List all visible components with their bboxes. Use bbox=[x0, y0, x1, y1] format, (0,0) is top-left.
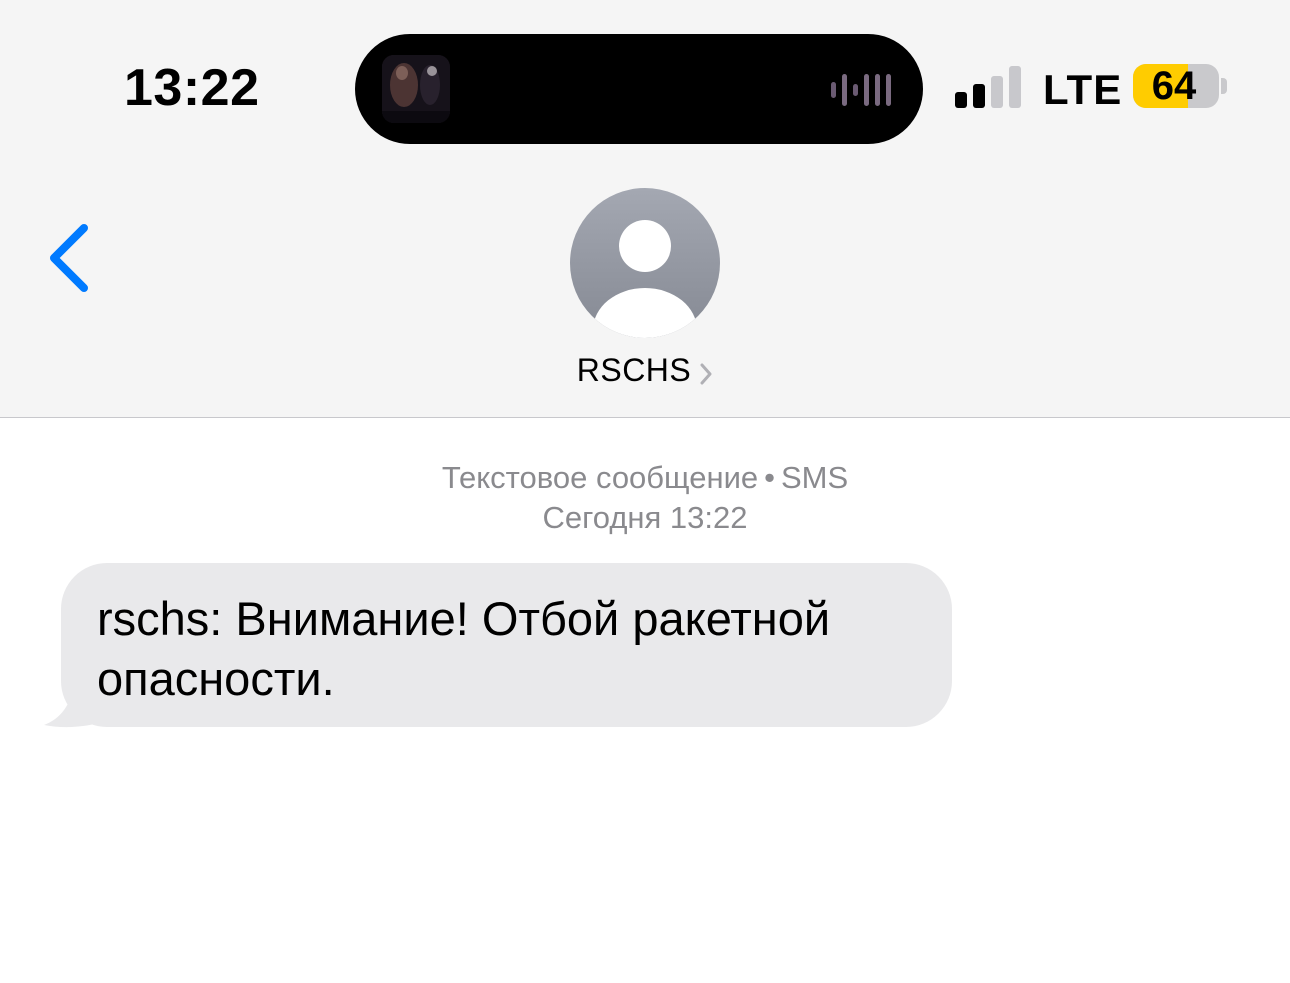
contact-avatar[interactable] bbox=[570, 188, 720, 338]
battery-icon: 64 bbox=[1133, 64, 1219, 108]
cellular-signal-icon bbox=[955, 66, 1021, 108]
message-bubble: rschs: Внимание! Отбой ракетной опасност… bbox=[61, 563, 952, 727]
battery-percentage: 64 bbox=[1151, 64, 1197, 108]
service-label: Текстовое сообщение bbox=[441, 460, 759, 495]
contact-name-button[interactable]: RSCHS bbox=[0, 352, 1290, 389]
thread-info: Текстовое сообщение • SMS Сегодня 13:22 bbox=[0, 458, 1290, 538]
chevron-left-icon[interactable] bbox=[44, 222, 94, 294]
contact-name: RSCHS bbox=[576, 352, 692, 388]
audio-waveform-icon bbox=[831, 74, 891, 106]
conversation-header: 13:22 LTE 64 RSCHS bbox=[0, 0, 1290, 418]
status-bar-time: 13:22 bbox=[124, 59, 260, 117]
service-info: Текстовое сообщение • SMS bbox=[0, 458, 1290, 498]
album-art-thumbnail[interactable] bbox=[382, 55, 450, 123]
message-timestamp: Сегодня 13:22 bbox=[542, 500, 748, 535]
network-type-label: LTE bbox=[1043, 66, 1123, 113]
person-silhouette-icon bbox=[593, 220, 697, 338]
battery-cap bbox=[1221, 78, 1227, 94]
separator-dot: • bbox=[764, 460, 775, 495]
dynamic-island[interactable] bbox=[355, 34, 923, 144]
service-type: SMS bbox=[780, 460, 849, 495]
incoming-message[interactable]: rschs: Внимание! Отбой ракетной опасност… bbox=[44, 563, 952, 728]
chevron-right-icon bbox=[700, 363, 712, 385]
